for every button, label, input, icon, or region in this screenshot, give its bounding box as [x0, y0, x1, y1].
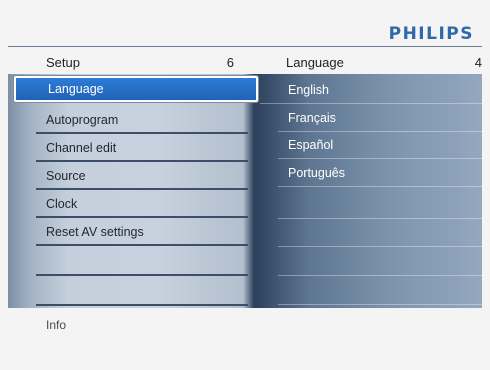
- menu-panel: Language Autoprogram Channel edit Source…: [8, 74, 482, 308]
- menu-item-language[interactable]: Language: [14, 76, 258, 102]
- menu-item-empty-2: [36, 279, 248, 306]
- menu-item-reset-av[interactable]: Reset AV settings: [36, 219, 248, 246]
- option-english[interactable]: English: [260, 77, 482, 104]
- left-menu-title: Setup: [46, 54, 80, 70]
- option-portugues[interactable]: Português: [278, 160, 482, 187]
- option-empty-3: [278, 249, 482, 276]
- right-menu-count: 4: [474, 54, 482, 70]
- left-menu-header: Setup 6: [46, 50, 234, 74]
- left-menu-count: 6: [226, 54, 234, 70]
- right-menu-title: Language: [286, 54, 344, 70]
- header-divider: [8, 46, 482, 47]
- option-espanol[interactable]: Español: [278, 132, 482, 159]
- option-empty-2: [278, 220, 482, 247]
- menu-item-channel-edit[interactable]: Channel edit: [36, 135, 248, 162]
- info-label: Info: [46, 318, 67, 332]
- menu-item-empty-1: [36, 249, 248, 276]
- option-francais[interactable]: Français: [278, 105, 482, 132]
- philips-logo: PHILIPS: [388, 24, 474, 44]
- menu-item-clock[interactable]: Clock: [36, 191, 248, 218]
- option-empty-4: [278, 278, 482, 305]
- option-empty-1: [278, 192, 482, 219]
- menu-item-source[interactable]: Source: [36, 163, 248, 190]
- right-menu-header: Language 4: [286, 50, 482, 74]
- menu-item-autoprogram[interactable]: Autoprogram: [36, 107, 248, 134]
